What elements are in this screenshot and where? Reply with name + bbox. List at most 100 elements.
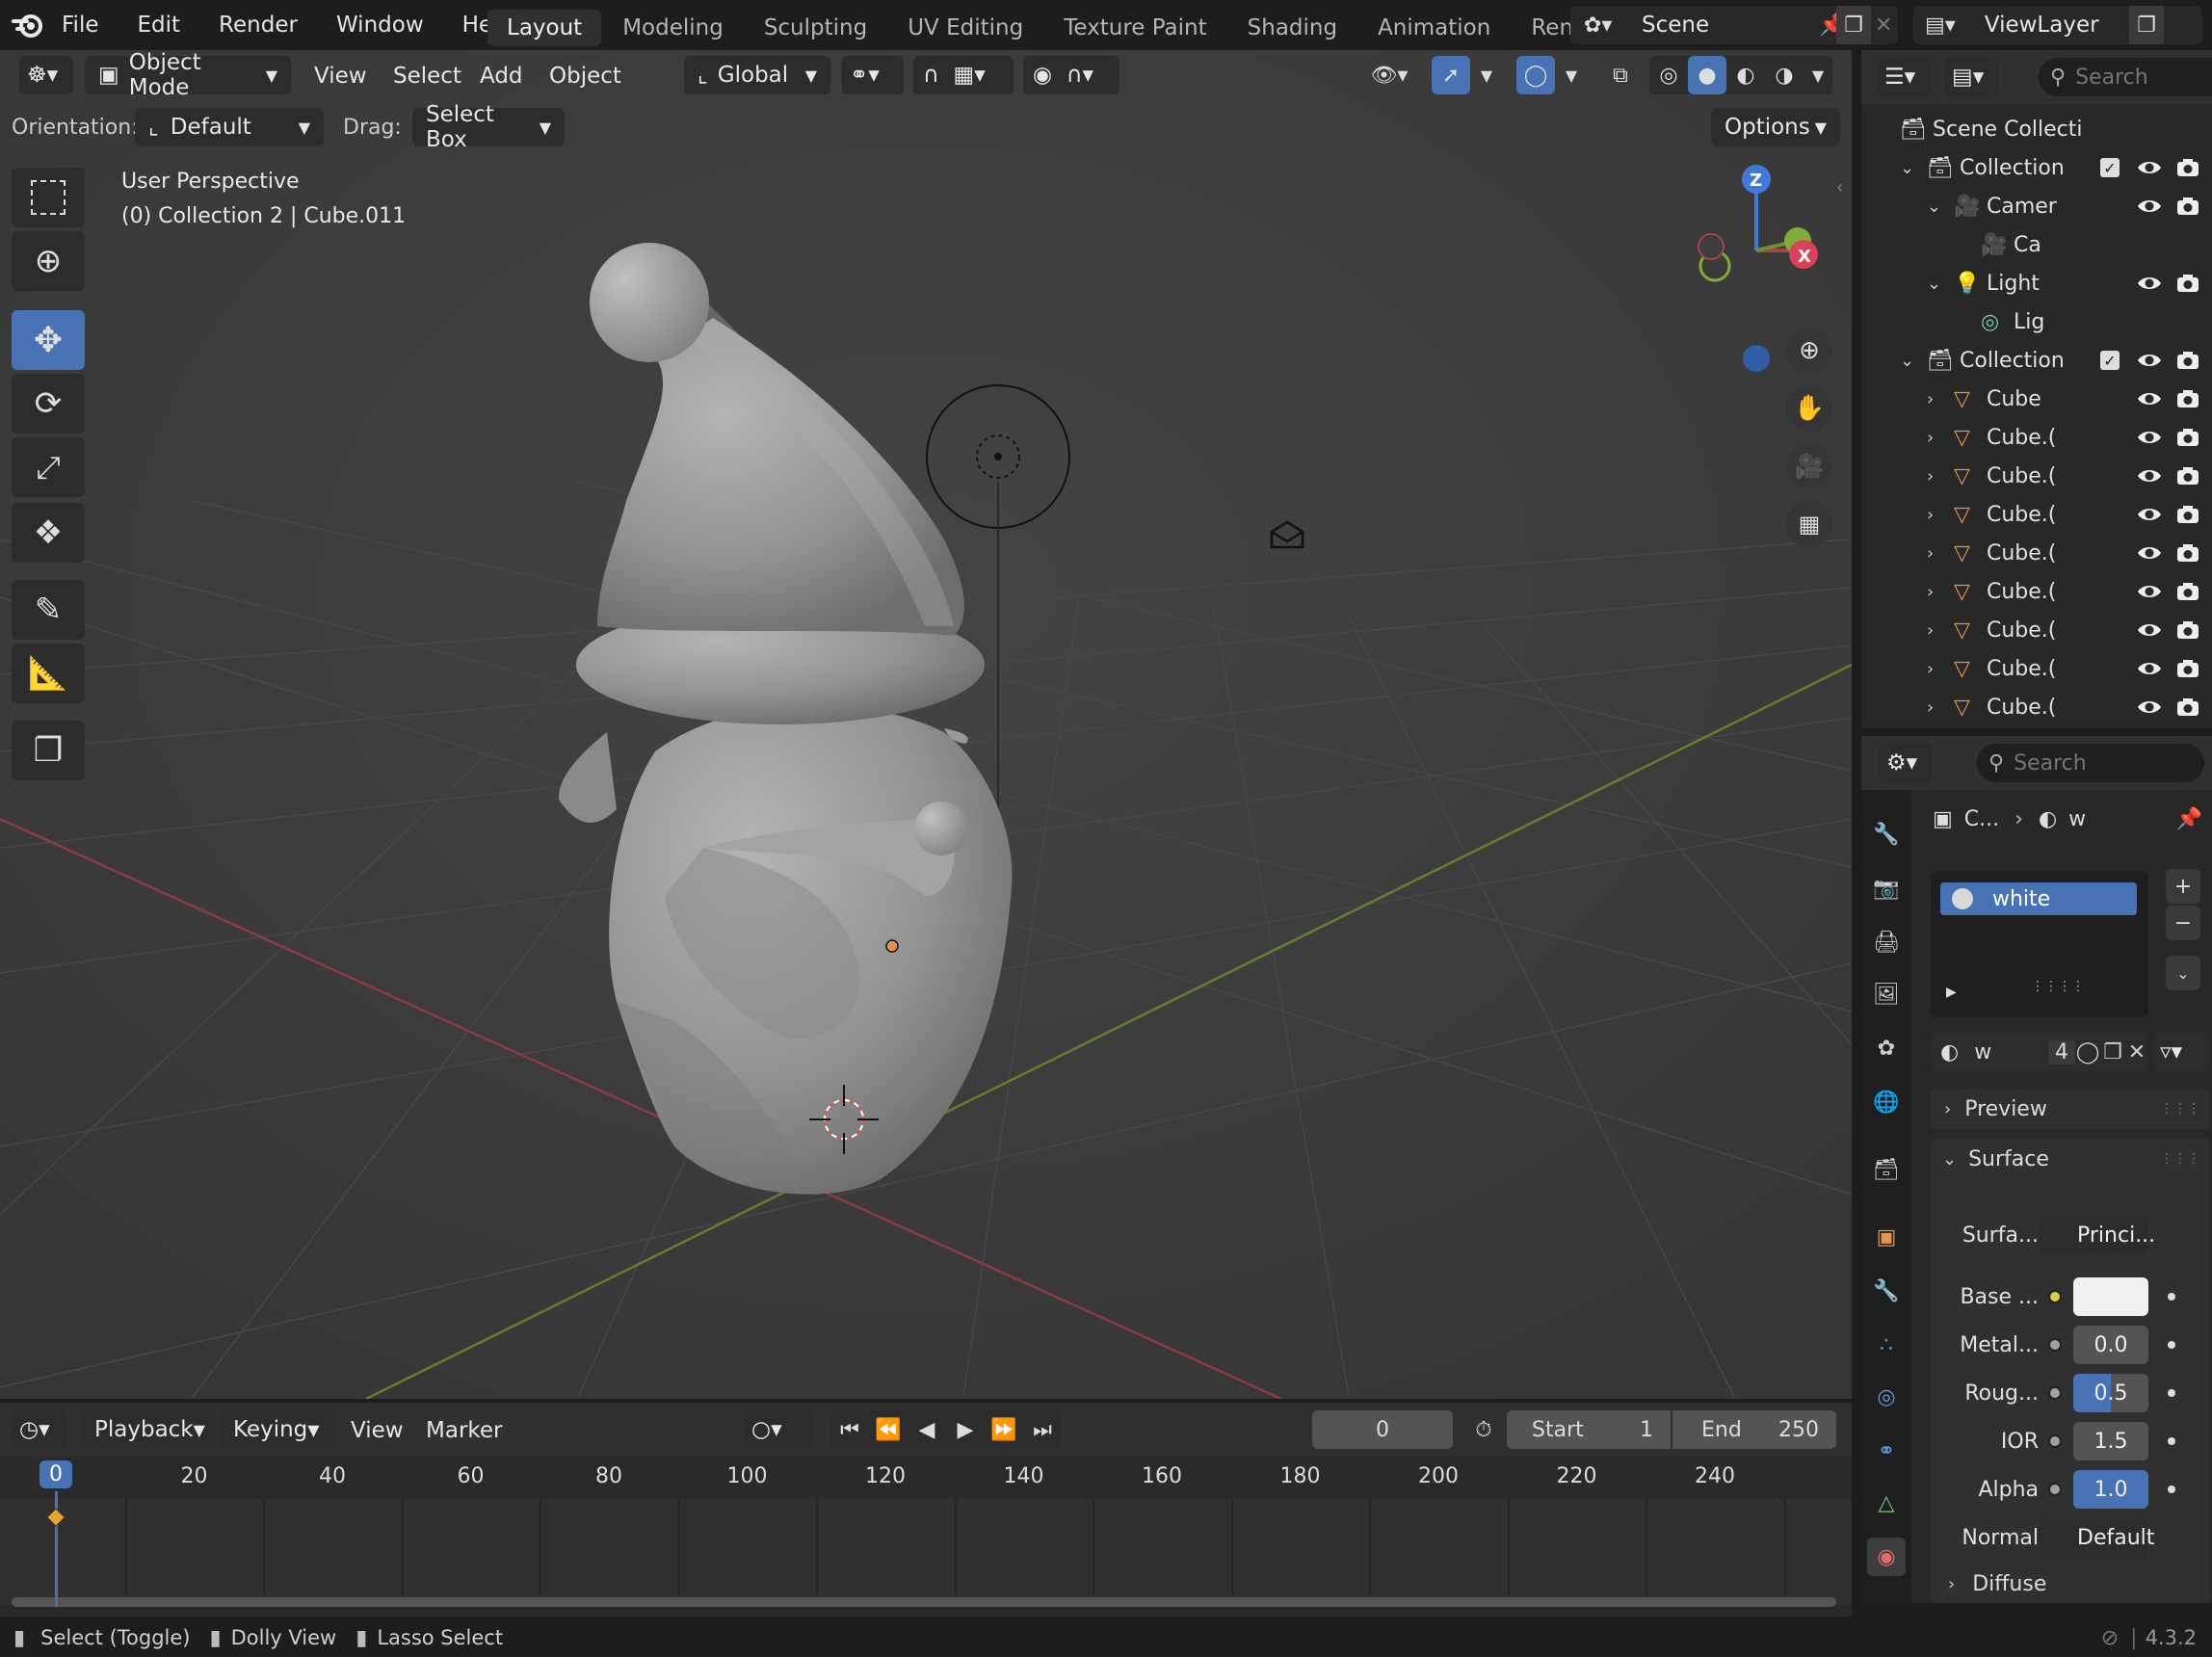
orientation-dropdown[interactable]: ⌞ Default ▼ <box>135 108 324 146</box>
menu-render[interactable]: Render <box>199 13 317 38</box>
tab-uv-editing[interactable]: UV Editing <box>888 10 1042 46</box>
expand-triangle-icon[interactable]: ▶ <box>1946 985 1957 1000</box>
prev-keyframe-button[interactable]: ⏪ <box>869 1410 908 1449</box>
tab-shading[interactable]: Shading <box>1228 10 1356 46</box>
gizmo-z-negative[interactable] <box>1743 345 1770 372</box>
outliner-search[interactable]: ⚲ <box>2039 58 2212 96</box>
editor-type-selector[interactable]: ☸▾ <box>19 56 73 94</box>
roughness-socket-icon[interactable] <box>2048 1386 2062 1400</box>
add-slot-button[interactable]: + <box>2166 869 2200 904</box>
use-preview-range-toggle[interactable]: ⏱ <box>1464 1410 1503 1449</box>
visibility-dropdown[interactable]: 👁▾ <box>1358 56 1420 94</box>
overlays-dropdown[interactable]: ▼ <box>1557 56 1586 94</box>
view-layer-selector[interactable]: ▤▾ ViewLayer ❐ <box>1913 6 2202 44</box>
end-frame-field[interactable]: End 250 <box>1672 1410 1836 1449</box>
transform-tool[interactable]: ❖ <box>12 503 85 563</box>
properties-search-input[interactable] <box>2014 750 2188 776</box>
chevron-down-icon[interactable]: ⌄ <box>1900 351 1914 371</box>
current-frame-field[interactable]: 0 <box>1312 1410 1453 1449</box>
eye-icon[interactable] <box>2135 346 2164 375</box>
render-camera-icon[interactable] <box>2173 693 2202 722</box>
snap-toggle[interactable]: ∩ ▦▾ <box>913 56 1014 94</box>
roughness-field[interactable]: 0.5 <box>2073 1374 2148 1412</box>
solid-shading-button[interactable]: ● <box>1688 56 1726 94</box>
render-camera-icon[interactable] <box>2173 500 2202 529</box>
playback-menu[interactable]: Playback ▼ <box>81 1410 216 1449</box>
perspective-toggle-button[interactable]: ▦ <box>1786 501 1832 547</box>
exclude-checkbox[interactable]: ✓ <box>2100 158 2120 177</box>
tab-animation[interactable]: Animation <box>1358 10 1510 46</box>
chevron-right-icon[interactable]: › <box>1927 428 1934 448</box>
alpha-field[interactable]: 1.0 <box>2073 1470 2148 1509</box>
timeline-editor-type[interactable]: ◷▾ <box>12 1410 67 1449</box>
jump-start-button[interactable]: ⏮ <box>830 1410 869 1449</box>
eye-icon[interactable] <box>2135 423 2164 452</box>
xray-toggle[interactable]: ⧉ <box>1601 56 1640 94</box>
tab-view-layer[interactable]: 🖼 <box>1867 975 1906 1013</box>
outliner-row[interactable]: ⌄ 🗃 Collection ✓ <box>1861 341 2212 380</box>
pin-icon[interactable]: 📌 <box>2176 807 2202 831</box>
chevron-right-icon[interactable]: › <box>1927 466 1934 487</box>
outliner-editor-type[interactable]: ☰▾ <box>1877 58 1931 96</box>
outliner-row[interactable]: ⌄ 🎥 Camer <box>1861 187 2212 225</box>
tab-material[interactable]: ◉ <box>1867 1538 1906 1576</box>
chevron-right-icon[interactable]: › <box>1927 697 1934 718</box>
base-color-field[interactable] <box>2073 1277 2148 1316</box>
exclude-checkbox[interactable]: ✓ <box>2100 351 2120 370</box>
jump-end-button[interactable]: ⏭ <box>1023 1410 1062 1449</box>
outliner-row[interactable]: ⌄ 💡 Light <box>1861 264 2212 302</box>
eye-icon[interactable] <box>2135 269 2164 298</box>
start-frame-field[interactable]: Start 1 <box>1507 1410 1671 1449</box>
play-button[interactable]: ▶ <box>946 1410 985 1449</box>
render-camera-icon[interactable] <box>2173 577 2202 606</box>
viewport-3d[interactable]: ☸▾ ▣ Object Mode ▼ View Select Add Objec… <box>0 50 1852 1399</box>
tab-object[interactable]: ▣ <box>1867 1218 1906 1256</box>
surface-shader-field[interactable]: Princi... <box>2039 1216 2155 1254</box>
duplicate-icon[interactable]: ❐ <box>2100 1040 2125 1065</box>
metallic-socket-icon[interactable] <box>2048 1338 2062 1352</box>
object-mode-dropdown[interactable]: ▣ Object Mode ▼ <box>85 50 291 100</box>
outliner-row[interactable]: › ▽ Cube.( <box>1861 457 2212 495</box>
roughness-keyframe-dot[interactable] <box>2168 1389 2175 1397</box>
tab-sculpting[interactable]: Sculpting <box>745 10 886 46</box>
new-view-layer-icon[interactable]: ❐ <box>2129 6 2164 44</box>
outliner-row[interactable]: › ▽ Cube.( <box>1861 495 2212 534</box>
render-camera-icon[interactable] <box>2173 654 2202 683</box>
base-color-keyframe-dot[interactable] <box>2168 1293 2175 1301</box>
outliner-row[interactable]: ⌄ 🗃 Collection ✓ <box>1861 148 2212 187</box>
chevron-right-icon[interactable]: › <box>1927 620 1934 641</box>
tab-scene[interactable]: ✿ <box>1867 1029 1906 1067</box>
camera-view-button[interactable]: 🎥 <box>1786 443 1832 489</box>
tab-output[interactable]: 🖨 <box>1867 923 1906 961</box>
timeline-menu-view[interactable]: View <box>339 1418 415 1443</box>
scale-tool[interactable]: ⤢ <box>12 437 85 497</box>
outliner-row[interactable]: › ▽ Cube.( <box>1861 534 2212 572</box>
gizmo-toggle[interactable]: ➚ <box>1432 56 1470 94</box>
tab-collection[interactable]: 🗃 <box>1867 1150 1906 1189</box>
current-frame-indicator[interactable]: 0 <box>40 1460 72 1488</box>
outliner-row[interactable]: ◎ Lig <box>1861 302 2212 341</box>
render-camera-icon[interactable] <box>2173 539 2202 567</box>
eye-icon[interactable] <box>2135 384 2164 413</box>
tab-physics[interactable]: ◎ <box>1867 1378 1906 1416</box>
tab-render[interactable]: 📷 <box>1867 869 1906 907</box>
render-camera-icon[interactable] <box>2173 461 2202 490</box>
drag-dropdown[interactable]: Select Box ▼ <box>412 102 565 152</box>
overlays-toggle[interactable]: ◯ <box>1516 56 1555 94</box>
remove-slot-button[interactable]: − <box>2166 906 2200 940</box>
diffuse-subpanel[interactable]: › Diffuse <box>1948 1565 2199 1603</box>
zoom-button[interactable]: ⊕ <box>1786 328 1832 374</box>
auto-keying-toggle[interactable]: ○▾ <box>744 1410 813 1449</box>
metallic-field[interactable]: 0.0 <box>2073 1326 2148 1364</box>
chevron-down-icon[interactable]: ⌄ <box>1900 158 1914 178</box>
slot-specials-button[interactable]: ⌄ <box>2166 956 2200 990</box>
eye-icon[interactable] <box>2135 693 2164 722</box>
outliner-row[interactable]: 🎥 Ca <box>1861 225 2212 264</box>
viewport-scene[interactable] <box>0 50 1852 1399</box>
render-camera-icon[interactable] <box>2173 384 2202 413</box>
node-dropdown[interactable]: ▿▾ <box>2154 1033 2210 1071</box>
outliner-row[interactable]: 🗃 Scene Collecti <box>1861 110 2212 148</box>
tab-modeling[interactable]: Modeling <box>603 10 743 46</box>
ior-field[interactable]: 1.5 <box>2073 1422 2148 1460</box>
blender-logo-icon[interactable] <box>12 10 44 40</box>
